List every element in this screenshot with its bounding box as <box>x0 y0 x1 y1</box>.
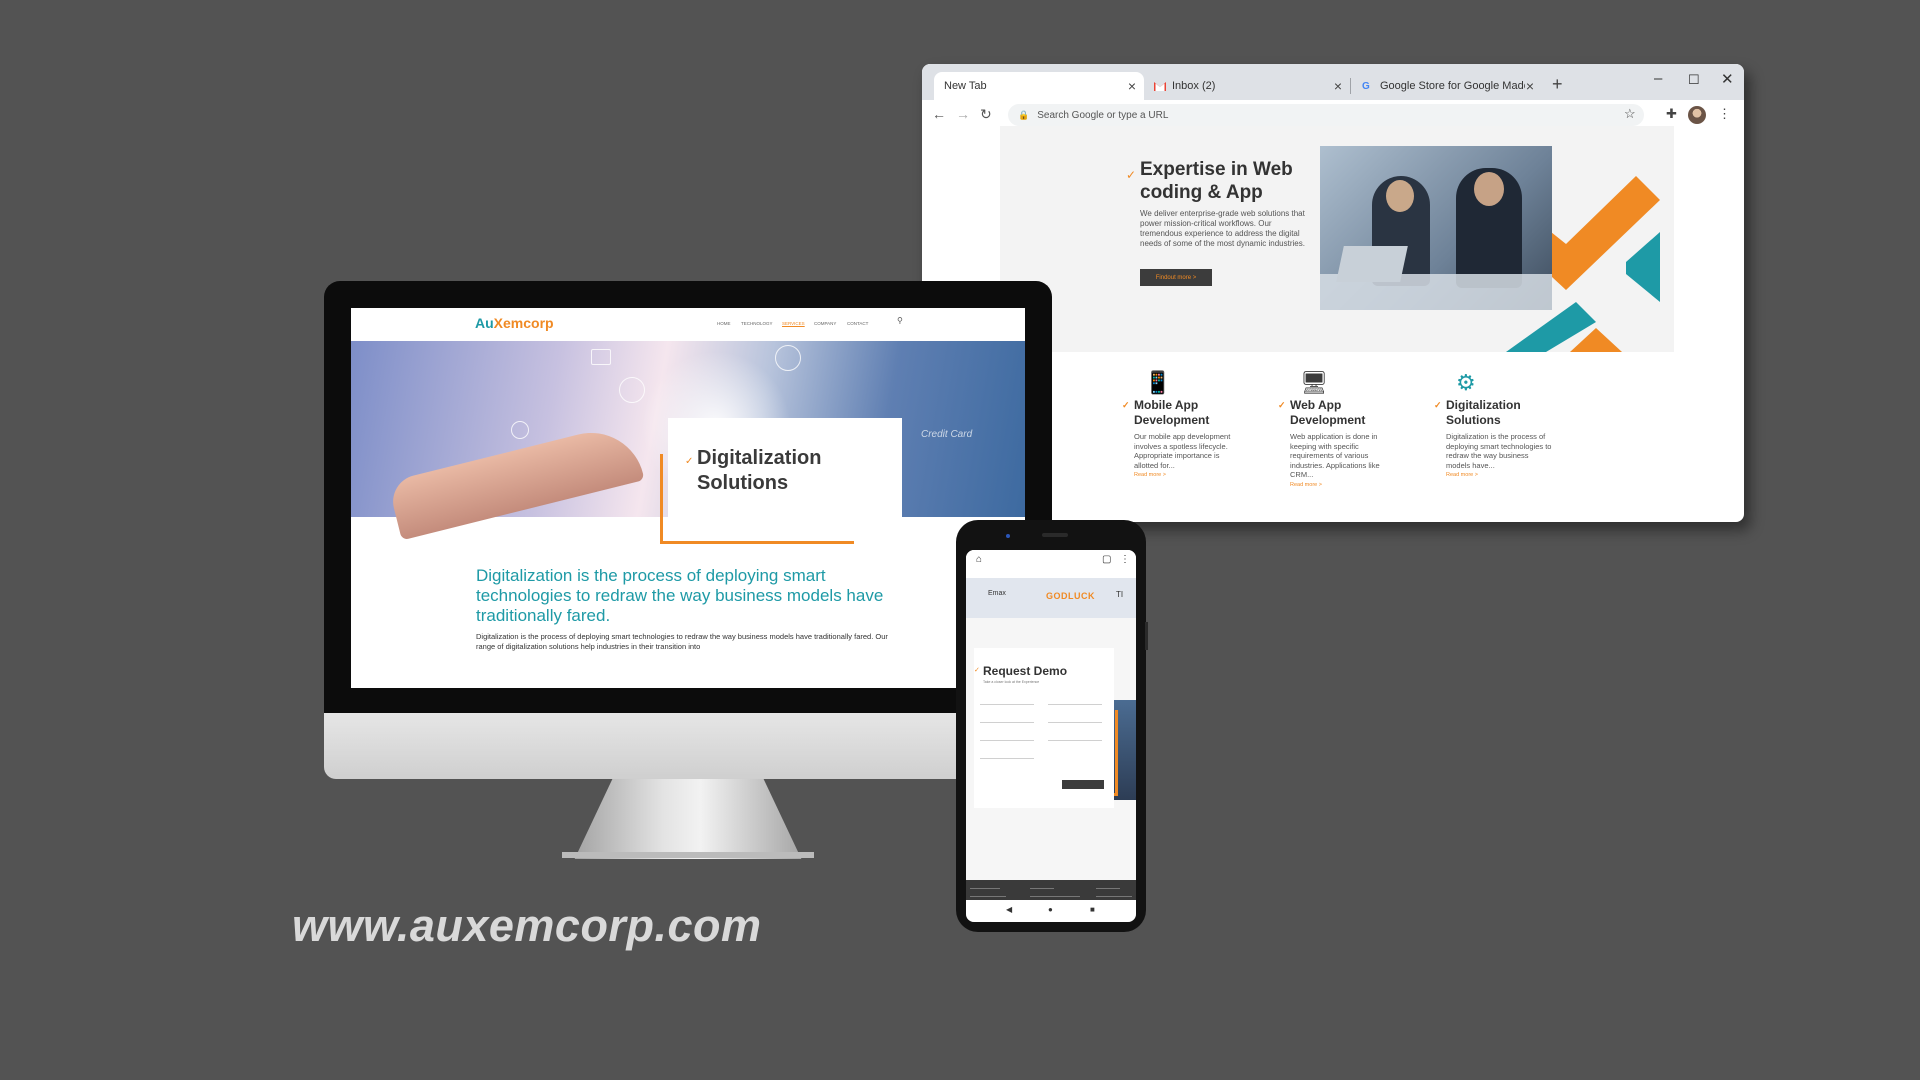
service-text: Digitalization is the process of deployi… <box>1446 432 1552 470</box>
nav-home[interactable]: HOME <box>717 321 731 326</box>
menu-icon[interactable]: ⋮ <box>1120 554 1130 565</box>
back-icon[interactable]: ◀ <box>1006 905 1012 914</box>
submit-button[interactable] <box>1062 780 1104 789</box>
demo-subtitle: Take a closer look at the Experience <box>983 680 1040 684</box>
minimize-icon[interactable]: – <box>1654 70 1662 87</box>
form-field[interactable] <box>1048 740 1102 741</box>
form-field[interactable] <box>1048 704 1102 705</box>
nav-contact[interactable]: CONTACT <box>847 321 868 326</box>
phone-browser-bar: ⌂ ▢ ⋮ <box>966 550 1136 572</box>
read-more-link[interactable]: Read more > <box>1134 472 1242 478</box>
service-text: Web application is done in keeping with … <box>1290 432 1380 479</box>
home-button-icon[interactable]: ● <box>1048 905 1053 914</box>
form-field[interactable] <box>1048 722 1102 723</box>
read-more-link[interactable]: Read more > <box>1446 472 1554 478</box>
address-bar[interactable]: 🔒 Search Google or type a URL <box>1008 104 1644 126</box>
form-field[interactable] <box>980 704 1034 705</box>
hero-title: Expertise in Web coding & App <box>1140 159 1293 203</box>
imac-stand-base <box>562 852 814 858</box>
menu-icon[interactable]: ⋮ <box>1718 106 1731 122</box>
mobile-icon: 📱 <box>1144 370 1172 395</box>
client-logos: Emax GODLUCK TI <box>966 578 1136 618</box>
website-url: www.auxemcorp.com <box>292 900 762 951</box>
monitor-code-icon: 🖥 <box>1300 370 1328 395</box>
gmail-icon <box>1154 82 1166 91</box>
new-tab-icon[interactable]: + <box>1552 74 1563 95</box>
service-title: Mobile App Development <box>1134 398 1210 427</box>
service-web-app: 🖥 ✓ Web App Development Web application i… <box>1278 370 1398 488</box>
service-title: Web App Development <box>1290 398 1366 427</box>
nav-technology[interactable]: TECHNOLOGY <box>741 321 773 326</box>
check-icon: ✓ <box>685 456 694 467</box>
read-more-link[interactable]: Read more > <box>1290 482 1398 488</box>
imac-stand <box>574 779 802 859</box>
imac-device: AuXemcorp HOME TECHNOLOGY SERVICES COMPA… <box>324 281 1052 779</box>
lock-icon: 🔒 <box>1018 109 1030 120</box>
reload-icon[interactable]: ↻ <box>980 106 992 123</box>
service-mobile-app: 📱 ✓ Mobile App Development Our mobile app… <box>1122 370 1242 478</box>
imac-screen: AuXemcorp HOME TECHNOLOGY SERVICES COMPA… <box>351 308 1025 688</box>
check-icon: ✓ <box>1434 400 1442 410</box>
google-icon: G <box>1362 81 1370 92</box>
gear-icon: ⚙ <box>1456 370 1476 395</box>
check-icon: ✓ <box>1278 400 1286 410</box>
extensions-icon[interactable]: ✚ <box>1666 106 1677 122</box>
nav-services[interactable]: SERVICES <box>782 321 805 326</box>
check-icon: ✓ <box>1126 168 1137 182</box>
hero-photo <box>1320 146 1552 310</box>
phone-nav-bar: ◀ ● ■ <box>966 900 1136 922</box>
nav-company[interactable]: COMPANY <box>814 321 836 326</box>
phone-speaker <box>1042 533 1068 537</box>
close-icon[interactable]: × <box>1128 78 1136 94</box>
phone-side-button <box>1145 622 1148 650</box>
form-field[interactable] <box>980 740 1034 741</box>
check-icon: ✓ <box>1122 400 1130 410</box>
forward-icon[interactable]: → <box>956 106 970 122</box>
home-icon[interactable]: ⌂ <box>976 554 982 565</box>
maximize-icon[interactable]: ☐ <box>1688 72 1700 88</box>
tab-separator <box>1350 78 1351 94</box>
hero-text: We deliver enterprise-grade web solution… <box>1140 209 1305 248</box>
findout-more-button[interactable]: Findout more > <box>1140 269 1212 286</box>
tab-label: New Tab <box>944 80 987 92</box>
service-title: Digitalization Solutions <box>1446 398 1521 427</box>
demo-title: Request Demo <box>983 664 1068 678</box>
service-text: Our mobile app development involves a sp… <box>1134 432 1231 470</box>
avatar[interactable] <box>1688 106 1706 124</box>
phone-screen: ⌂ ▢ ⋮ Emax GODLUCK TI ✓ Request Demo Tak… <box>966 550 1136 922</box>
tab-google-store[interactable]: G Google Store for Google Made × <box>1352 72 1542 100</box>
tab-inbox[interactable]: Inbox (2) × <box>1144 72 1350 100</box>
client-logo-ti: TI <box>1116 590 1124 599</box>
tab-label: Inbox (2) <box>1172 80 1216 92</box>
close-window-icon[interactable]: ✕ <box>1721 70 1734 88</box>
client-logo-godluck: GODLUCK <box>1046 591 1095 601</box>
search-icon[interactable]: ⚲ <box>897 316 903 325</box>
tab-new-tab[interactable]: New Tab × <box>934 72 1144 100</box>
close-icon[interactable]: × <box>1526 78 1534 94</box>
check-icon: ✓ <box>974 667 980 674</box>
phone-device: ⌂ ▢ ⋮ Emax GODLUCK TI ✓ Request Demo Tak… <box>956 520 1148 932</box>
site-tagline: Digitalization is the process of deployi… <box>476 566 884 625</box>
hero-card-text: Credit Card <box>921 429 973 440</box>
site-logo[interactable]: AuXemcorp <box>475 315 554 331</box>
form-field[interactable] <box>980 722 1034 723</box>
phone-camera <box>1006 534 1010 538</box>
recents-icon[interactable]: ■ <box>1090 905 1095 914</box>
service-digitalization: ⚙ ✓ Digitalization Solutions Digitalizati… <box>1434 370 1554 478</box>
tabs-icon[interactable]: ▢ <box>1102 554 1111 565</box>
site-card-title: Digitalization Solutions <box>697 447 822 494</box>
tab-strip: New Tab × Inbox (2) × G Google Store for… <box>922 64 1744 100</box>
site-navbar: AuXemcorp HOME TECHNOLOGY SERVICES COMPA… <box>351 308 1025 341</box>
close-icon[interactable]: × <box>1334 78 1342 94</box>
imac-chin <box>324 713 1052 779</box>
star-icon[interactable]: ☆ <box>1624 106 1636 122</box>
tab-label: Google Store for Google Made <box>1380 80 1525 92</box>
back-icon[interactable]: ← <box>932 106 946 122</box>
client-logo-emax: Emax <box>988 590 1006 597</box>
site-body-text: Digitalization is the process of deployi… <box>476 632 888 651</box>
address-placeholder: Search Google or type a URL <box>1037 109 1169 121</box>
form-field[interactable] <box>980 758 1034 759</box>
